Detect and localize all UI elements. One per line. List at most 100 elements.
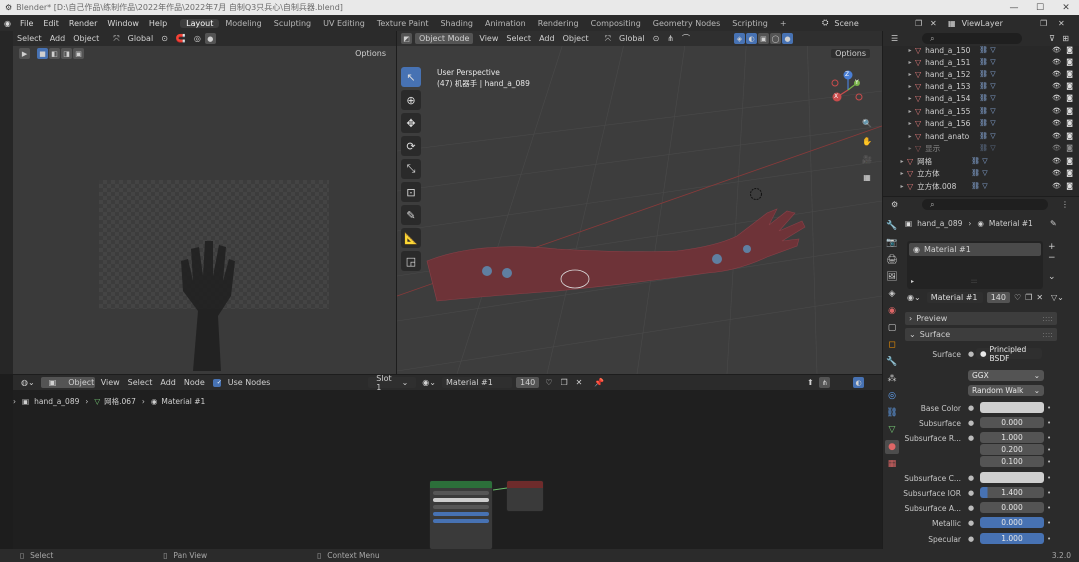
- node-material-users[interactable]: 140: [515, 377, 540, 388]
- socket-icon[interactable]: ●: [968, 519, 974, 527]
- close-button[interactable]: ✕: [1053, 3, 1079, 13]
- material-tab-icon[interactable]: ●: [885, 440, 899, 454]
- outliner-object-name[interactable]: 网格: [917, 156, 971, 167]
- socket-icon[interactable]: ●: [968, 434, 974, 442]
- outliner-row[interactable]: ▸ ▽ hand_anato ⛓ ▽ 👁 ◙: [883, 130, 1079, 142]
- render-camera-icon[interactable]: ◙: [1066, 132, 1073, 140]
- link-mode-icon[interactable]: ▽⌄: [1051, 293, 1064, 302]
- move-tool-icon[interactable]: ✥: [401, 113, 421, 133]
- outliner-object-name[interactable]: 立方体: [917, 168, 971, 179]
- tab-layout[interactable]: Layout: [180, 18, 220, 28]
- principled-bsdf-node[interactable]: [429, 480, 493, 550]
- property-value-field[interactable]: 1.400: [980, 487, 1044, 498]
- material-name-field[interactable]: Material #1: [926, 292, 983, 303]
- left-pivot-icon[interactable]: ⊙: [157, 34, 172, 43]
- outliner-object-name[interactable]: hand_a_154: [925, 94, 979, 103]
- expand-arrow-icon[interactable]: ▸: [905, 108, 915, 115]
- expand-arrow-icon[interactable]: ▸: [905, 120, 915, 127]
- left-mode-1-icon[interactable]: ■: [37, 48, 48, 59]
- outliner-object-name[interactable]: 立方体.008: [917, 181, 971, 192]
- property-value-field[interactable]: 0.000: [980, 502, 1044, 513]
- render-camera-icon[interactable]: ◙: [1066, 70, 1073, 78]
- material-output-node[interactable]: [506, 480, 544, 512]
- left-mode-3-icon[interactable]: ◨: [61, 48, 72, 59]
- tool-tab-icon[interactable]: 🔧: [885, 219, 899, 233]
- outliner-row[interactable]: ▸ ▽ hand_a_153 ⛓ ▽ 👁 ◙: [883, 80, 1079, 92]
- visibility-eye-icon[interactable]: 👁: [1052, 157, 1061, 165]
- outliner-row[interactable]: ▸ ▽ hand_a_154 ⛓ ▽ 👁 ◙: [883, 92, 1079, 104]
- constraints-tab-icon[interactable]: ⛓: [885, 406, 899, 420]
- outliner-object-name[interactable]: hand_a_156: [925, 119, 979, 128]
- outliner-filter-icon[interactable]: ⊽: [1045, 34, 1059, 43]
- render-camera-icon[interactable]: ◙: [1066, 107, 1073, 115]
- zoom-icon[interactable]: 🔍: [859, 119, 875, 137]
- rotate-tool-icon[interactable]: ⟳: [401, 136, 421, 156]
- socket-icon[interactable]: ●: [968, 474, 974, 482]
- keyframe-dot-icon[interactable]: •: [1047, 458, 1051, 466]
- node-select-menu[interactable]: Select: [124, 378, 157, 387]
- outliner-object-name[interactable]: hand_a_153: [925, 82, 979, 91]
- subsurface-method-dropdown[interactable]: Random Walk ⌄: [968, 385, 1044, 396]
- outliner-row[interactable]: ▸ ▽ hand_a_151 ⛓ ▽ 👁 ◙: [883, 56, 1079, 68]
- surface-panel-header[interactable]: ⌄ Surface ::::: [905, 328, 1057, 341]
- remove-slot-icon[interactable]: −: [1048, 253, 1060, 264]
- list-resize-handle[interactable]: :::: [971, 278, 977, 285]
- shader-editor-type-icon[interactable]: ◍⌄: [17, 378, 39, 387]
- properties-search-field[interactable]: ⌕: [922, 199, 1049, 210]
- shading-solid-icon[interactable]: ●: [781, 33, 793, 44]
- expand-arrow-icon[interactable]: ▸: [905, 47, 915, 54]
- keyframe-dot-icon[interactable]: •: [1047, 446, 1051, 454]
- node-parent-icon[interactable]: ⬆: [803, 378, 818, 387]
- keyframe-dot-icon[interactable]: •: [1047, 434, 1051, 442]
- pin-icon[interactable]: ✎: [1050, 219, 1057, 228]
- view-menu[interactable]: View: [475, 34, 502, 43]
- render-camera-icon[interactable]: ◙: [1066, 94, 1073, 102]
- material-browse-icon[interactable]: ◉⌄: [907, 293, 921, 302]
- tab-geometry-nodes[interactable]: Geometry Nodes: [647, 19, 726, 28]
- texture-tab-icon[interactable]: ▦: [885, 457, 899, 471]
- left-mode-2-icon[interactable]: ◧: [49, 48, 60, 59]
- add-workspace-button[interactable]: +: [774, 19, 793, 28]
- properties-editor-icon[interactable]: ⚙: [887, 200, 902, 209]
- minimize-button[interactable]: —: [1001, 3, 1027, 13]
- maximize-button[interactable]: ☐: [1027, 3, 1053, 13]
- node-material-name[interactable]: Material #1: [441, 377, 512, 388]
- visibility-eye-icon[interactable]: 👁: [1052, 82, 1061, 90]
- grid-toggle-icon[interactable]: ▦: [859, 173, 875, 191]
- surface-shader-field[interactable]: ● Principled BSDF: [976, 345, 1042, 363]
- outliner-object-name[interactable]: 显示: [925, 143, 979, 154]
- camera-icon[interactable]: 🎥: [859, 155, 875, 173]
- socket-icon[interactable]: ●: [968, 504, 974, 512]
- outliner-object-name[interactable]: hand_anato: [925, 132, 979, 141]
- outliner-row[interactable]: ▸ ▽ 立方体 ⛓ ▽ 👁 ◙: [883, 167, 1079, 179]
- property-value-field[interactable]: 0.100: [980, 456, 1044, 467]
- outliner-row[interactable]: ▸ ▽ 立方体.008 ⛓ ▽ 👁 ◙: [883, 180, 1079, 192]
- visibility-eye-icon[interactable]: 👁: [1052, 119, 1061, 127]
- tab-animation[interactable]: Animation: [479, 19, 532, 28]
- socket-icon[interactable]: ●: [968, 404, 974, 412]
- menu-window[interactable]: Window: [102, 19, 144, 28]
- object-menu[interactable]: Object: [559, 34, 593, 43]
- expand-arrow-icon[interactable]: ▸: [897, 183, 907, 190]
- overlay-toggle-icon[interactable]: ◐: [745, 33, 757, 44]
- property-value-field[interactable]: 1.000: [980, 432, 1044, 443]
- render-camera-icon[interactable]: ◙: [1066, 46, 1073, 54]
- unlink-material-icon[interactable]: ✕: [1036, 293, 1043, 302]
- outliner-row[interactable]: ▸ ▽ hand_a_155 ⛓ ▽ 👁 ◙: [883, 105, 1079, 117]
- collection-tab-icon[interactable]: ▢: [885, 321, 899, 335]
- node-node-menu[interactable]: Node: [180, 378, 209, 387]
- keyframe-dot-icon[interactable]: •: [1047, 404, 1051, 412]
- viewport-options-button[interactable]: Options: [831, 49, 870, 58]
- visibility-eye-icon[interactable]: 👁: [1052, 169, 1061, 177]
- visibility-eye-icon[interactable]: 👁: [1052, 94, 1061, 102]
- render-tab-icon[interactable]: 📷: [885, 236, 899, 250]
- fake-user-icon[interactable]: ♡: [1014, 293, 1021, 302]
- select-menu[interactable]: Select: [502, 34, 535, 43]
- outliner-object-name[interactable]: hand_a_151: [925, 58, 979, 67]
- tab-compositing[interactable]: Compositing: [585, 19, 647, 28]
- physics-tab-icon[interactable]: ◎: [885, 389, 899, 403]
- property-value-field[interactable]: 1.000: [980, 533, 1044, 544]
- transform-dropdown[interactable]: Global: [615, 34, 649, 43]
- socket-icon[interactable]: ●: [968, 419, 974, 427]
- menu-file[interactable]: File: [15, 19, 38, 28]
